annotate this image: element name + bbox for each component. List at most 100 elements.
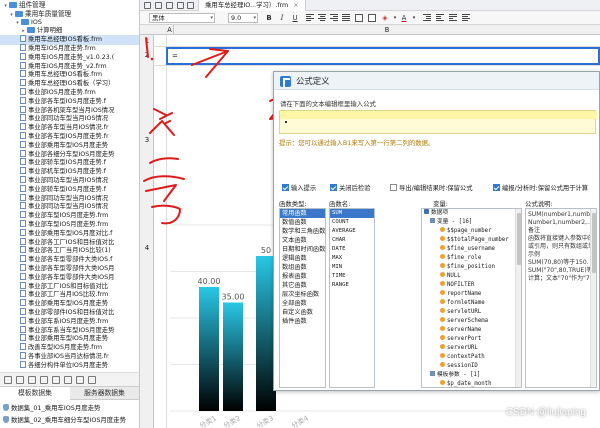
variable-item[interactable]: NOFILTER <box>422 281 521 290</box>
function-item[interactable]: RANGE <box>330 281 374 290</box>
variable-item[interactable]: sessionID <box>422 362 521 371</box>
filter-icon[interactable] <box>76 376 84 384</box>
variable-item[interactable]: serverURL <box>422 344 521 353</box>
function-item[interactable]: MAX <box>330 254 374 263</box>
category-item[interactable]: 常用函数 <box>280 209 325 218</box>
category-item[interactable]: 数学和三角函数 <box>280 227 325 236</box>
function-item[interactable]: MIN <box>330 263 374 272</box>
border-icon[interactable] <box>355 14 363 22</box>
scrollbar[interactable] <box>515 209 521 387</box>
variable-item[interactable]: serverPort <box>422 335 521 344</box>
outdent-icon[interactable] <box>436 14 444 22</box>
font-color-icon[interactable]: A <box>399 13 409 23</box>
function-item[interactable]: CHAR <box>330 236 374 245</box>
variable-item[interactable]: reportName <box>422 290 521 299</box>
font-name-select[interactable]: 黑体 ▾ <box>149 13 215 23</box>
variable-item[interactable]: $fine_username <box>422 245 521 254</box>
category-item[interactable]: 插件函数 <box>280 317 325 326</box>
option-sort-analysis[interactable]: 编报/分析时:保留公式用于计算 <box>493 183 588 195</box>
open-icon[interactable] <box>155 2 162 9</box>
variable-item[interactable]: $p_date_month <box>422 380 521 387</box>
scrollbar[interactable] <box>590 209 596 387</box>
variable-item[interactable]: $$totalPage_number <box>422 236 521 245</box>
formula-editor[interactable] <box>279 110 597 134</box>
category-item[interactable]: 报表函数 <box>280 272 325 281</box>
indent-icon[interactable] <box>423 14 431 22</box>
option-input-hint[interactable]: 输入提示 <box>282 183 316 195</box>
row-1-header[interactable]: 1 <box>140 37 154 45</box>
variable-item[interactable]: $fine_role <box>422 254 521 263</box>
font-size-select[interactable]: 9.0 ▾ <box>228 13 258 23</box>
undo-icon[interactable] <box>177 2 184 9</box>
variable-item[interactable]: contextPath <box>422 353 521 362</box>
column-b-header[interactable]: B <box>174 25 600 35</box>
variable-item[interactable]: serverName <box>422 326 521 335</box>
category-item[interactable]: 自定义函数 <box>280 308 325 317</box>
document-tab[interactable]: 乘用车总经理IO...学习）.frm × <box>198 0 306 11</box>
align-left-icon[interactable] <box>306 14 314 22</box>
dialog-titlebar[interactable]: 公式定义 <box>274 72 599 90</box>
dataset-item[interactable]: 数据集_02_乘用车细分车型IOS月度走势 <box>0 414 126 426</box>
option-export-keep[interactable]: 导出/编辑结果时:保留公式 <box>390 183 473 195</box>
column-a-header[interactable]: A <box>166 25 174 35</box>
function-item[interactable]: AVERAGE <box>330 227 374 236</box>
lock-icon[interactable] <box>52 376 60 384</box>
format-painter-icon[interactable] <box>462 14 470 22</box>
category-item[interactable]: 日期和时间函数 <box>280 245 325 254</box>
align-center-icon[interactable] <box>318 14 326 22</box>
scrollbar-thumb[interactable] <box>517 213 521 265</box>
function-item[interactable]: TIME <box>330 272 374 281</box>
chevron-down-icon[interactable]: ▾ <box>409 13 419 23</box>
bold-button[interactable]: B <box>264 13 274 23</box>
category-item[interactable]: 逻辑函数 <box>280 254 325 263</box>
category-item[interactable]: 文本函数 <box>280 236 325 245</box>
dataset-item[interactable]: 数据集_01_乘用车IOS月度走势 <box>0 402 100 414</box>
function-item[interactable]: DATE <box>330 245 374 254</box>
variable-item[interactable]: NULL <box>422 272 521 281</box>
merge-cells-icon[interactable] <box>368 14 376 22</box>
save-icon[interactable] <box>166 2 173 9</box>
rename-icon[interactable] <box>40 376 48 384</box>
close-tab-icon[interactable]: × <box>293 1 298 9</box>
category-item[interactable]: 层次坐标函数 <box>280 290 325 299</box>
tab-template-datasets[interactable]: 模板数据集 <box>0 387 70 400</box>
category-list[interactable]: 常用函数 数值函数 数学和三角函数 文本函数 日期和时间函数 逻辑函数 数组函数 报表函数 其它… <box>279 208 326 388</box>
collapse-icon[interactable] <box>88 376 96 384</box>
function-item[interactable]: COUNT <box>330 218 374 227</box>
new-icon[interactable] <box>144 2 151 9</box>
variable-group[interactable]: 模板参数 - [1] <box>422 371 521 380</box>
function-item[interactable]: SUM <box>330 209 374 218</box>
variable-group[interactable]: 变量 - [16] <box>422 218 521 227</box>
chart-bar[interactable] <box>223 302 243 412</box>
category-item[interactable]: 数组函数 <box>280 263 325 272</box>
chart-bar[interactable] <box>199 287 219 411</box>
variable-item[interactable]: formletName <box>422 299 521 308</box>
scrollbar-thumb[interactable] <box>592 213 596 273</box>
redo-icon[interactable] <box>187 2 194 9</box>
wrap-text-icon[interactable] <box>449 14 457 22</box>
delete-icon[interactable] <box>28 376 36 384</box>
variable-group[interactable]: 数据项 <box>422 209 521 218</box>
cell-b2[interactable]: = <box>166 47 600 65</box>
variable-item[interactable]: serverSchema <box>422 317 521 326</box>
search-icon[interactable] <box>64 376 72 384</box>
italic-button[interactable]: I <box>277 13 287 23</box>
variable-item[interactable]: servletURL <box>422 308 521 317</box>
fill-color-icon[interactable]: ◈ <box>380 13 390 23</box>
refresh-icon[interactable] <box>16 376 24 384</box>
align-justify-icon[interactable] <box>342 14 350 22</box>
variable-item[interactable]: $$page_number <box>422 227 521 236</box>
category-item[interactable]: 全部函数 <box>280 299 325 308</box>
variable-tree[interactable]: 数据项 变量 - [16] $$page_number $$totalPage_num… <box>421 208 522 388</box>
category-item[interactable]: 数值函数 <box>280 218 325 227</box>
function-list[interactable]: SUM COUNT AVERAGE CHAR DATE MAX MIN TIME RANGE <box>329 208 375 388</box>
row-4-header[interactable]: 4 <box>140 244 154 252</box>
variable-item[interactable]: $fine_position <box>422 263 521 272</box>
new-folder-icon[interactable] <box>4 376 12 384</box>
option-auto-close[interactable]: 关闭后检验 <box>330 183 370 195</box>
tab-server-datasets[interactable]: 服务器数据集 <box>70 387 139 400</box>
row-2-header[interactable]: 2 <box>140 51 154 59</box>
underline-button[interactable]: U <box>290 13 300 23</box>
category-item[interactable]: 其它函数 <box>280 281 325 290</box>
row-3-header[interactable]: 3 <box>140 136 154 144</box>
